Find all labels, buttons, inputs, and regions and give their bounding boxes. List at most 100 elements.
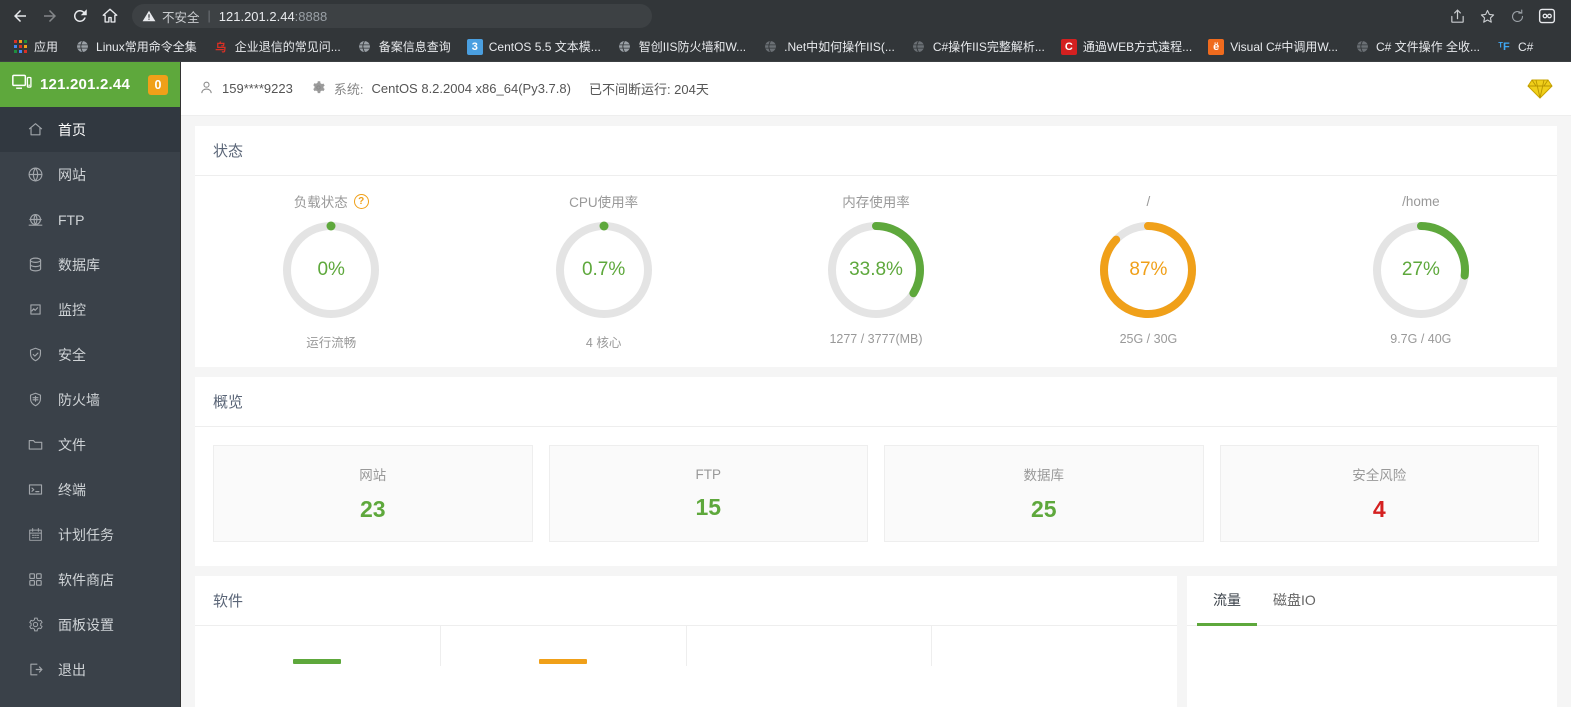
e-orange-icon: ë bbox=[1208, 38, 1225, 55]
bookmark-item[interactable]: C#操作IIS完整解析... bbox=[903, 35, 1053, 58]
gauge-title-text: 内存使用率 bbox=[842, 195, 910, 210]
security-status-text: 不安全 bbox=[162, 10, 200, 25]
gauge-title-text: / bbox=[1146, 193, 1151, 209]
user-info[interactable]: 159****9223 bbox=[199, 80, 293, 98]
forward-arrow-icon[interactable] bbox=[36, 2, 64, 30]
sidebar-item-软件商店[interactable]: 软件商店 bbox=[0, 557, 180, 602]
sidebar-item-安全[interactable]: 安全 bbox=[0, 332, 180, 377]
bookmark-item[interactable]: Linux常用命令全集 bbox=[66, 35, 205, 58]
sidebar-item-终端[interactable]: 终端 bbox=[0, 467, 180, 512]
sidebar: 121.201.2.44 0 首页网站 FTP 数据库 监控 安全 防火墙 文件 终端计划任务… bbox=[0, 62, 181, 707]
bookmark-label: .Net中如何操作IIS(... bbox=[784, 40, 895, 54]
gauge-subtext: 9.7G / 40G bbox=[1390, 332, 1452, 346]
system-info: 系统: CentOS 8.2.2004 x86_64(Py3.7.8) bbox=[311, 79, 571, 98]
bookmark-item[interactable]: 乌企业退信的常见问... bbox=[205, 35, 349, 58]
diamond-icon[interactable] bbox=[1527, 78, 1553, 100]
profile-icon[interactable] bbox=[1533, 2, 1561, 30]
sidebar-item-label: 首页 bbox=[58, 121, 86, 138]
sidebar-item-计划任务[interactable]: 计划任务 bbox=[0, 512, 180, 557]
ftp-icon bbox=[26, 211, 44, 229]
url-host-text: 121.201.2.44 bbox=[218, 8, 295, 24]
sync-icon[interactable] bbox=[1503, 2, 1531, 30]
username-text: 159****9223 bbox=[222, 81, 293, 96]
calendar-icon bbox=[26, 526, 44, 544]
overview-card-网站[interactable]: 网站 23 bbox=[213, 445, 533, 542]
uptime-info: 已不间断运行: 204天 bbox=[589, 79, 709, 98]
overview-card-label: 网站 bbox=[359, 468, 387, 483]
home-icon[interactable] bbox=[96, 2, 124, 30]
reload-icon[interactable] bbox=[66, 2, 94, 30]
gauges-row: 负载状态? 0% 运行流畅 CPU使用率 0.7% 4 核心 内存使用率 33.8% 1277 … bbox=[195, 176, 1557, 367]
sidebar-item-面板设置[interactable]: 面板设置 bbox=[0, 602, 180, 647]
sidebar-item-监控[interactable]: 监控 bbox=[0, 287, 180, 332]
software-item[interactable] bbox=[687, 626, 933, 666]
gauge-/home: /home 27% 9.7G / 40G bbox=[1285, 190, 1557, 351]
share-icon[interactable] bbox=[1443, 2, 1471, 30]
software-item[interactable] bbox=[932, 626, 1177, 666]
software-grid bbox=[195, 626, 1177, 666]
overview-card-label: 安全风险 bbox=[1352, 468, 1407, 483]
sidebar-item-label: 软件商店 bbox=[58, 571, 114, 588]
sidebar-item-网站[interactable]: 网站 bbox=[0, 152, 180, 197]
software-item[interactable] bbox=[441, 626, 687, 666]
gauge-内存使用率: 内存使用率 33.8% 1277 / 3777(MB) bbox=[740, 190, 1012, 351]
sidebar-item-FTP[interactable]: FTP bbox=[0, 197, 180, 242]
bookmark-item[interactable]: ᵀF C# bbox=[1488, 36, 1541, 58]
overview-card-安全风险[interactable]: 安全风险 4 bbox=[1219, 445, 1539, 542]
globe-icon bbox=[762, 39, 778, 55]
bookmark-item[interactable]: 3 CentOS 5.5 文本模... bbox=[459, 35, 609, 58]
bookmark-item[interactable]: C 通過WEB方式遠程... bbox=[1053, 35, 1200, 58]
bottom-row: 软件 流量 磁盘IO bbox=[195, 576, 1557, 707]
back-arrow-icon[interactable] bbox=[6, 2, 34, 30]
sidebar-item-label: 退出 bbox=[58, 661, 86, 678]
bookmark-item[interactable]: ë Visual C#中调用W... bbox=[1200, 35, 1346, 58]
globe-icon bbox=[357, 39, 373, 55]
gauge-value: 0% bbox=[317, 259, 345, 280]
sidebar-item-label: FTP bbox=[58, 211, 85, 228]
blue-square-icon: 3 bbox=[466, 38, 483, 55]
software-item[interactable] bbox=[195, 626, 441, 666]
logout-icon bbox=[26, 661, 44, 679]
sidebar-item-label: 面板设置 bbox=[58, 616, 114, 633]
overview-card-数据库[interactable]: 数据库 25 bbox=[884, 445, 1204, 542]
gauge-title-text: CPU使用率 bbox=[569, 195, 639, 210]
help-icon[interactable]: ? bbox=[353, 193, 369, 209]
sidebar-item-label: 计划任务 bbox=[58, 526, 114, 543]
bookmark-item[interactable]: .Net中如何操作IIS(... bbox=[754, 35, 903, 58]
bookmark-item[interactable]: 备案信息查询 bbox=[349, 35, 459, 58]
software-card-title: 软件 bbox=[195, 576, 1177, 626]
bookmark-label: CentOS 5.5 文本模... bbox=[488, 40, 601, 54]
overview-card-value: 4 bbox=[1372, 496, 1386, 522]
terminal-icon bbox=[26, 481, 44, 499]
apps-shortcut[interactable]: 应用 bbox=[4, 35, 66, 58]
gauge-subtext: 运行流畅 bbox=[306, 336, 357, 350]
status-card: 状态 负载状态? 0% 运行流畅 CPU使用率 0.7% 4 核心 内存使用率 33.8% 12… bbox=[195, 126, 1557, 367]
sidebar-item-防火墙[interactable]: 防火墙 bbox=[0, 377, 180, 422]
sidebar-item-label: 网站 bbox=[58, 166, 86, 183]
star-icon[interactable] bbox=[1473, 2, 1501, 30]
sidebar-header[interactable]: 121.201.2.44 0 bbox=[0, 62, 180, 107]
c-red-icon: C bbox=[1060, 38, 1077, 55]
monitor-icon bbox=[12, 74, 32, 96]
overview-card-value: 23 bbox=[359, 496, 386, 522]
folder-icon bbox=[26, 436, 44, 454]
globe-icon bbox=[1354, 39, 1370, 55]
tab-流量[interactable]: 流量 bbox=[1197, 576, 1257, 626]
sidebar-item-退出[interactable]: 退出 bbox=[0, 647, 180, 692]
address-bar[interactable]: 不安全 | 121.201.2.44:8888 bbox=[132, 4, 652, 28]
sidebar-item-首页[interactable]: 首页 bbox=[0, 107, 180, 152]
notification-badge[interactable]: 0 bbox=[148, 74, 168, 95]
gauge-title-text: 负载状态 bbox=[293, 195, 348, 210]
bookmark-label: 智创IIS防火墙和W... bbox=[638, 40, 747, 54]
status-card-title: 状态 bbox=[195, 126, 1557, 176]
uptime-text: 已不间断运行: 204天 bbox=[588, 82, 709, 97]
tab-磁盘IO[interactable]: 磁盘IO bbox=[1257, 576, 1332, 626]
bookmark-item[interactable]: C# 文件操作 全收... bbox=[1346, 35, 1488, 58]
gauge-ring: 87% bbox=[1096, 218, 1200, 322]
sidebar-item-文件[interactable]: 文件 bbox=[0, 422, 180, 467]
sidebar-item-数据库[interactable]: 数据库 bbox=[0, 242, 180, 287]
overview-card-FTP[interactable]: FTP 15 bbox=[548, 445, 868, 542]
bookmark-item[interactable]: 智创IIS防火墙和W... bbox=[609, 35, 754, 58]
tf-icon: ᵀF bbox=[1498, 40, 1510, 53]
traffic-chart-card: 流量 磁盘IO bbox=[1187, 576, 1557, 707]
